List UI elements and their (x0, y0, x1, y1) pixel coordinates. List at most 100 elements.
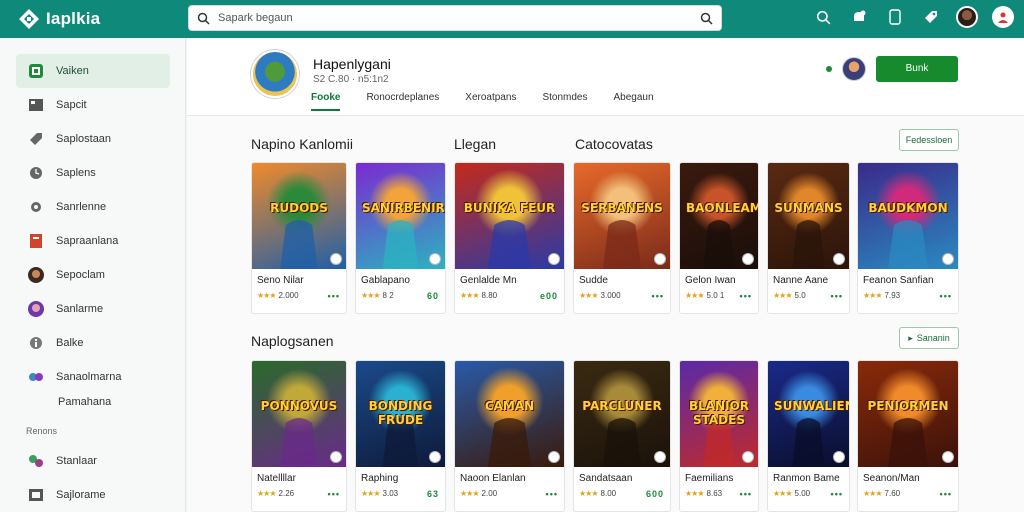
more-options-button[interactable]: ••• (328, 291, 340, 301)
info-icon (28, 335, 44, 351)
game-card[interactable]: BAONLEAM Gelon Iwan ★★★ 5.0 1 ••• (679, 162, 759, 314)
app-logo[interactable]: Iaplkia (18, 8, 178, 30)
play-icon: ▸ (908, 332, 913, 343)
star-rating-icon: ★★★ (685, 489, 704, 498)
device-icon[interactable] (884, 6, 906, 28)
game-art: BONDING FRUDE (356, 361, 445, 467)
game-card[interactable]: SERBANENS Sudde ★★★ 3.000 ••• (573, 162, 671, 314)
game-name: Nanne Aane (773, 275, 829, 286)
more-options-button[interactable]: ••• (740, 489, 752, 499)
search-icon[interactable] (812, 6, 834, 28)
game-card[interactable]: BUNIKA FEUR Genlalde Mn ★★★ 8.80 e00 (454, 162, 565, 314)
game-card[interactable]: SUNWALIEN Ranmon Bame ★★★ 5.00 ••• (767, 360, 850, 512)
tab-1[interactable]: Ronocrdeplanes (366, 92, 439, 111)
grid-icon (28, 487, 44, 503)
star-rating-icon: ★★★ (257, 291, 276, 300)
game-art: PENIORMEN (858, 361, 958, 467)
more-options-button[interactable]: 63 (427, 489, 439, 499)
search-input[interactable]: Sapark begaun (218, 12, 700, 24)
game-card[interactable]: PARCLUNER Sandatsaan ★★★ 8.00 600 (573, 360, 671, 512)
book-icon (28, 233, 44, 249)
game-art: RUDODS (252, 163, 346, 269)
game-art-title: PONNOVUS (260, 399, 338, 413)
sidebar-item-0[interactable]: Vaiken (16, 54, 170, 88)
game-card[interactable]: PONNOVUS Natellllar ★★★ 2.26 ••• (251, 360, 347, 512)
star-rating-icon: ★★★ (773, 291, 792, 300)
more-options-button[interactable]: e00 (540, 291, 558, 301)
game-card[interactable]: RUDODS Seno Nilar ★★★ 2.000 ••• (251, 162, 347, 314)
search-bar[interactable]: Sapark begaun (188, 5, 722, 31)
tab-2[interactable]: Xeroatpans (465, 92, 516, 111)
sidebar-item-7[interactable]: Sanlarme (16, 292, 170, 326)
more-options-button[interactable]: ••• (940, 489, 952, 499)
game-meta: 7.93 (884, 291, 901, 300)
more-options-button[interactable]: ••• (328, 489, 340, 499)
more-options-button[interactable]: ••• (546, 489, 558, 499)
game-art: SANIRBENIR (356, 163, 445, 269)
more-options-button[interactable]: ••• (831, 489, 843, 499)
see-more-button[interactable]: Fedessloen (899, 129, 959, 151)
sidebar-item-1[interactable]: Sapcit (16, 88, 170, 122)
game-name: Raphing (361, 473, 399, 484)
game-art-title: BONDING FRUDE (368, 399, 433, 427)
sidebar-item-9[interactable]: Sanaolmarna (16, 360, 170, 394)
more-options-button[interactable]: 600 (646, 489, 664, 499)
sidebar-item-label: Sanlarme (56, 303, 104, 315)
tag-icon (28, 131, 44, 147)
sidebar-item-5[interactable]: Sapraanlana (16, 224, 170, 258)
game-card[interactable]: SUNMANS Nanne Aane ★★★ 5.0 ••• (767, 162, 850, 314)
more-options-button[interactable]: ••• (652, 291, 664, 301)
avatar[interactable] (842, 57, 866, 81)
game-art-title: SERBANENS (581, 201, 663, 215)
tab-3[interactable]: Stonmdes (542, 92, 587, 111)
section-title: Llegan (454, 136, 497, 152)
tag-icon[interactable] (920, 6, 942, 28)
sidebar-section-item-1[interactable]: Sajlorame (16, 478, 170, 512)
game-rating: ★★★ 8.00 (579, 489, 616, 498)
more-options-button[interactable]: 60 (427, 291, 439, 301)
search-submit-icon[interactable] (700, 12, 713, 25)
character-figure (487, 191, 532, 269)
sidebar-item-label: Sapcit (56, 99, 87, 111)
game-art: PARCLUNER (574, 361, 670, 467)
game-art-title: BAUDKMON (868, 201, 948, 215)
see-more-button[interactable]: ▸ Sananin (899, 327, 959, 349)
tab-4[interactable]: Abegaun (613, 92, 653, 111)
game-card[interactable]: CAMAN Naoon Elanlan ★★★ 2.00 ••• (454, 360, 565, 512)
sidebar-section-item-0[interactable]: Stanlaar (16, 444, 170, 478)
game-card[interactable]: BONDING FRUDE Raphing ★★★ 3.03 63 (355, 360, 446, 512)
more-options-button[interactable]: ••• (740, 291, 752, 301)
puzzle-icon (28, 369, 44, 385)
game-card[interactable]: PENIORMEN Seanon/Man ★★★ 7.60 ••• (857, 360, 959, 512)
star-rating-icon: ★★★ (579, 291, 598, 300)
game-card[interactable]: SANIRBENIR Gablapano ★★★ 8 2 60 (355, 162, 446, 314)
avatar[interactable] (956, 6, 978, 28)
account-icon[interactable] (992, 6, 1014, 28)
game-art-title: PARCLUNER (582, 399, 662, 413)
sidebar-item-6[interactable]: Sepoclam (16, 258, 170, 292)
game-meta: 8.80 (481, 291, 498, 300)
game-card[interactable]: BAUDKMON Feanon Sanfian ★★★ 7.93 ••• (857, 162, 959, 314)
notification-icon[interactable] (848, 6, 870, 28)
sidebar-item-3[interactable]: Saplens (16, 156, 170, 190)
sidebar-item-8[interactable]: Balke (16, 326, 170, 360)
install-button[interactable]: Bunk Gadela (876, 56, 958, 100)
platform-badge-icon (548, 451, 560, 463)
game-name: Gelon Iwan (685, 275, 736, 286)
sidebar-item-4[interactable]: Sanrlenne (16, 190, 170, 224)
game-rating: ★★★ 7.93 (863, 291, 900, 300)
game-art: BAONLEAM (680, 163, 758, 269)
game-card[interactable]: BLANIOR STADES Faemilians ★★★ 8.63 ••• (679, 360, 759, 512)
platform-badge-icon (942, 253, 954, 265)
platform-badge-icon (429, 451, 441, 463)
more-options-button[interactable]: ••• (831, 291, 843, 301)
game-name: Natellllar (257, 473, 296, 484)
tab-0[interactable]: Fooke (311, 92, 341, 111)
game-meta: 7.60 (884, 489, 901, 498)
more-options-button[interactable]: ••• (940, 291, 952, 301)
sidebar-sub-label[interactable]: Pamahana (58, 394, 185, 416)
sidebar-item-2[interactable]: Saplostaan (16, 122, 170, 156)
game-meta: 3.03 (382, 489, 399, 498)
sidebar-item-label: Saplostaan (56, 133, 112, 145)
platform-badge-icon (654, 451, 666, 463)
